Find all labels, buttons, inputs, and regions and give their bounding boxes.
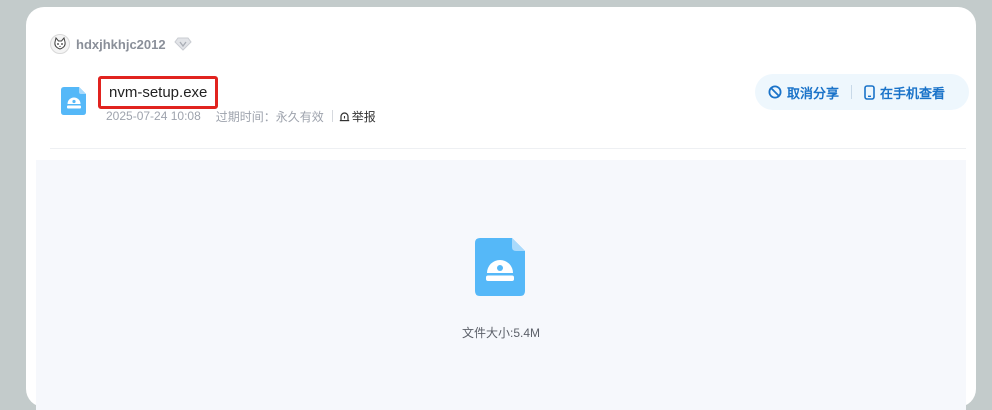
view-on-phone-label: 在手机查看	[880, 85, 946, 101]
owner-row: hdxjhkhjc2012	[50, 33, 192, 55]
installer-file-icon	[61, 87, 87, 115]
share-card: hdxjhkhjc2012 nvm-setup.exe 2025-07-24 1…	[26, 7, 976, 410]
ban-icon	[768, 85, 782, 99]
diamond-vip-icon	[173, 36, 192, 52]
file-size: 文件大小:5.4M	[461, 326, 540, 340]
cancel-share-button[interactable]: 取消分享	[768, 83, 839, 102]
view-on-phone-button[interactable]: 在手机查看	[864, 83, 945, 102]
share-actions: 取消分享 在手机查看	[755, 74, 969, 110]
file-preview-area: 文件大小:5.4M	[36, 160, 966, 410]
meta-divider	[331, 110, 333, 122]
report-label: 举报	[351, 109, 376, 124]
installer-file-icon-large	[475, 238, 525, 296]
alarm-bell-icon	[339, 111, 349, 121]
report-link[interactable]: 举报	[339, 108, 376, 125]
action-divider	[851, 85, 853, 99]
cancel-share-label: 取消分享	[787, 85, 840, 101]
upload-date: 2025-07-24 10:08	[106, 109, 201, 123]
file-meta: 2025-07-24 10:08 过期时间： 永久有效 举报	[106, 108, 376, 124]
filename-highlight: nvm-setup.exe	[98, 76, 218, 109]
header-divider	[50, 148, 966, 149]
file-name[interactable]: nvm-setup.exe	[109, 84, 207, 101]
expire-label: 过期时间：	[215, 109, 276, 124]
cat-avatar[interactable]	[50, 34, 70, 54]
owner-username[interactable]: hdxjhkhjc2012	[76, 37, 166, 52]
phone-icon	[864, 84, 875, 100]
expire-value: 永久有效	[275, 109, 324, 124]
